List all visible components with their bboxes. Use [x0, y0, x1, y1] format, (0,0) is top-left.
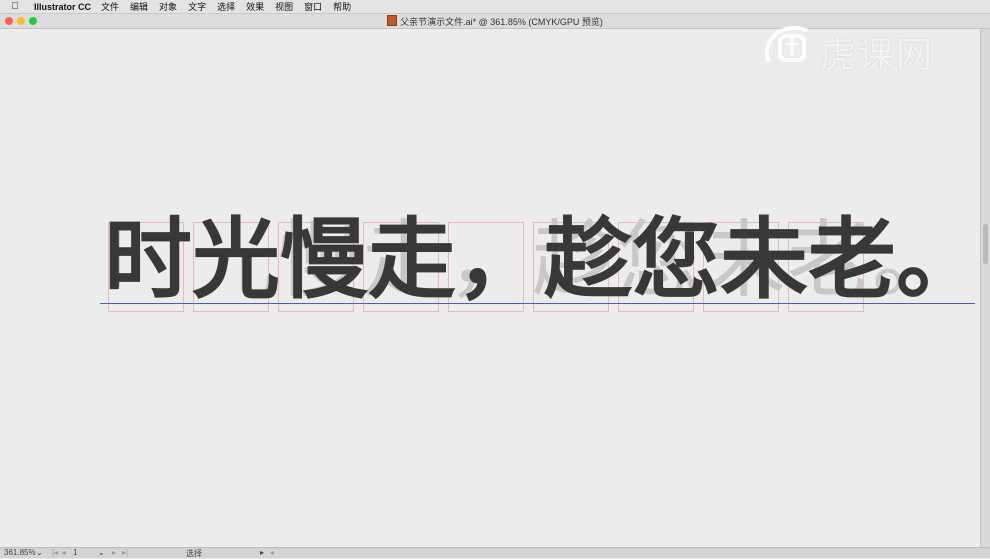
artboard-dropdown-icon[interactable]: ⌄	[98, 548, 105, 557]
artboard-number[interactable]: 1	[73, 548, 77, 557]
menu-edit[interactable]: 编辑	[130, 0, 148, 13]
status-bar: 361.85% ⌄ |◂ ◂ 1 ⌄ ▸ ▸| 选择 ▸ ◂	[0, 547, 990, 558]
zoom-dropdown-icon[interactable]: ⌄	[36, 548, 43, 557]
artwork-title-text[interactable]: 时光慢走，趁您未老。	[104, 205, 984, 315]
apple-icon[interactable]: 	[6, 1, 24, 12]
scroll-left-icon[interactable]: ◂	[270, 548, 274, 557]
prev-artboard-icon[interactable]: ◂	[62, 548, 66, 557]
tool-status-text: 选择	[186, 549, 202, 558]
menu-file[interactable]: 文件	[101, 0, 119, 13]
menu-effect[interactable]: 效果	[246, 0, 264, 13]
document-icon	[387, 15, 398, 26]
menu-bar:  Illustrator CC 文件 编辑 对象 文字 选择 效果 视图 窗口…	[0, 0, 990, 14]
watermark-text: 虎课网	[820, 35, 935, 76]
watermark-logo: 虎课网	[762, 20, 977, 76]
menu-help[interactable]: 帮助	[333, 0, 351, 13]
menu-object[interactable]: 对象	[159, 0, 177, 13]
watermark-logo-icon	[765, 25, 808, 62]
next-artboard-icon[interactable]: ▸	[112, 548, 116, 557]
zoom-level[interactable]: 361.85%	[4, 548, 36, 557]
menu-window[interactable]: 窗口	[304, 0, 322, 13]
menu-view[interactable]: 视图	[275, 0, 293, 13]
menu-type[interactable]: 文字	[188, 0, 206, 13]
app-name-menu[interactable]: Illustrator CC	[34, 2, 91, 12]
menu-select[interactable]: 选择	[217, 0, 235, 13]
last-artboard-icon[interactable]: ▸|	[122, 548, 128, 557]
status-menu-icon[interactable]: ▸	[260, 548, 264, 557]
first-artboard-icon[interactable]: |◂	[52, 548, 58, 557]
window-title-text: 父亲节演示文件.ai* @ 361.85% (CMYK/GPU 预览)	[400, 17, 603, 27]
baseline-guide[interactable]	[100, 303, 975, 304]
